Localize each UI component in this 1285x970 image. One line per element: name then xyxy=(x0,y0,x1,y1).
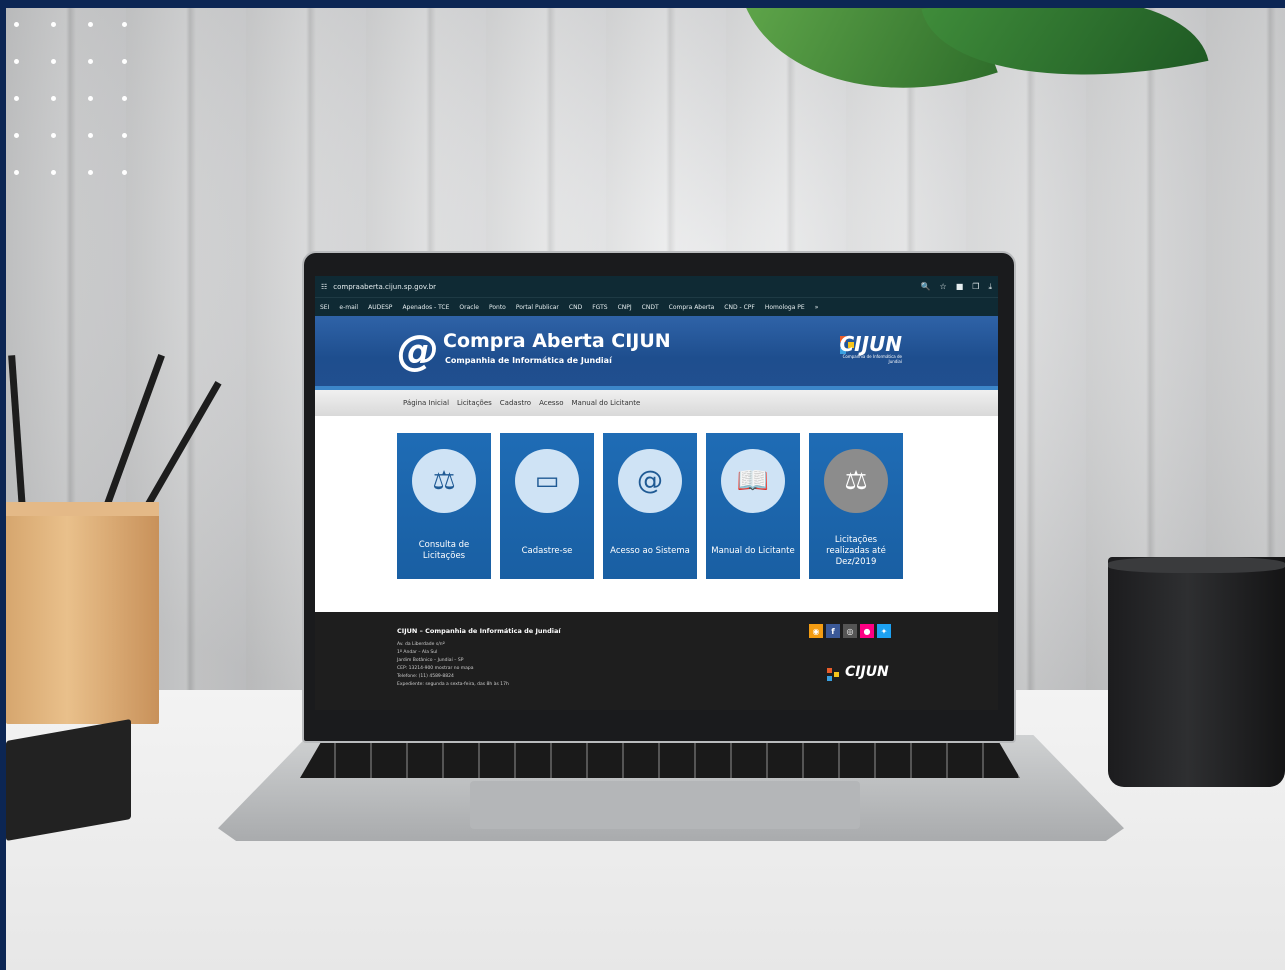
laptop-keyboard xyxy=(300,741,1020,778)
footer-title: CIJUN – Companhia de Informática de Jund… xyxy=(397,627,561,635)
facebook-icon[interactable]: f xyxy=(826,624,840,638)
bookmark-item[interactable]: e-mail xyxy=(339,304,358,311)
extension-icon[interactable]: ■ xyxy=(956,282,964,291)
pencil-holder xyxy=(6,502,159,724)
tile-label: Acesso ao Sistema xyxy=(610,545,690,556)
bookmark-item[interactable]: Compra Aberta xyxy=(669,304,715,311)
site-header: @ Compra Aberta CIJUN Companhia de Infor… xyxy=(315,316,998,390)
site-settings-icon[interactable]: ☷ xyxy=(321,283,327,291)
at-logo-icon: @ xyxy=(397,326,439,375)
bookmark-item[interactable]: SEI xyxy=(320,304,329,311)
bookmark-item[interactable]: Ponto xyxy=(489,304,506,311)
main-nav: Página Inicial Licitações Cadastro Acess… xyxy=(315,390,998,416)
site-footer: CIJUN – Companhia de Informática de Jund… xyxy=(315,612,998,710)
social-links: ◉ f ◎ ● ✦ xyxy=(809,624,894,638)
cijun-logo[interactable]: CIJUN xyxy=(839,332,902,356)
footer-address-line: Jardim Botânico – Jundiaí – SP xyxy=(397,658,464,663)
bookmark-item[interactable]: CNPJ xyxy=(618,304,632,311)
twitter-icon[interactable]: ✦ xyxy=(877,624,891,638)
tile-label: Manual do Licitante xyxy=(711,545,795,556)
browser-url-bar[interactable]: ☷ compraaberta.cijun.sp.gov.br 🔍 ☆ ■ ❐ ⤓ xyxy=(315,276,998,297)
footer-address-line: Av. da Liberdade s/nº xyxy=(397,642,445,647)
rss-icon[interactable]: ◉ xyxy=(809,624,823,638)
pencil-holder-rim xyxy=(6,502,159,516)
laptop-trackpad xyxy=(470,781,860,829)
tile-licitacoes-2019[interactable]: ⚖ Licitações realizadas até Dez/2019 xyxy=(809,433,903,579)
site-subtitle: Companhia de Informática de Jundiaí xyxy=(445,356,612,365)
frame-border-left xyxy=(0,0,6,970)
bookmark-item[interactable]: Portal Publicar xyxy=(516,304,559,311)
cijun-mark-icon xyxy=(827,676,832,681)
footer-address-line[interactable]: CEP: 13214-900 mostrar no mapa xyxy=(397,666,474,671)
footer-hours: Expediente: segunda a sexta-feira, das 8… xyxy=(397,682,509,687)
cijun-mark-icon xyxy=(827,668,832,673)
frame-border-top xyxy=(0,0,1285,8)
nav-item-acesso[interactable]: Acesso xyxy=(539,399,563,407)
bookmark-item[interactable]: Homologa PE xyxy=(765,304,805,311)
footer-cijun-logo[interactable]: CIJUN xyxy=(845,664,889,680)
tile-label: Licitações realizadas até Dez/2019 xyxy=(826,534,886,567)
bookmark-item[interactable]: CND - CPF xyxy=(724,304,755,311)
bookmark-star-icon[interactable]: ☆ xyxy=(940,282,947,291)
tile-acesso-sistema[interactable]: @ Acesso ao Sistema xyxy=(603,433,697,579)
bookmarks-bar: SEI e-mail AUDESP Apenados - TCE Oracle … xyxy=(315,297,998,316)
nav-item-manual[interactable]: Manual do Licitante xyxy=(572,399,641,407)
cijun-logo-tagline: Companhia de Informática de Jundiaí xyxy=(842,354,902,364)
nav-item-home[interactable]: Página Inicial xyxy=(403,399,449,407)
bookmark-item[interactable]: Oracle xyxy=(459,304,479,311)
mug-rim xyxy=(1108,557,1285,573)
bookmark-item[interactable]: CND xyxy=(569,304,582,311)
tile-label: Cadastre-se xyxy=(521,545,573,556)
tile-label: Consulta de Licitações xyxy=(418,540,470,561)
download-icon[interactable]: ⤓ xyxy=(988,282,992,292)
mug xyxy=(1108,557,1285,787)
nav-item-licitacoes[interactable]: Licitações xyxy=(457,399,492,407)
copy-icon[interactable]: ❐ xyxy=(972,282,979,291)
bookmark-item[interactable]: CNDT xyxy=(642,304,659,311)
tile-cadastre-se[interactable]: ▭ Cadastre-se xyxy=(500,433,594,579)
at-icon: @ xyxy=(618,449,682,513)
zoom-icon[interactable]: 🔍 xyxy=(921,282,931,291)
tile-manual-licitante[interactable]: 📖 Manual do Licitante xyxy=(706,433,800,579)
nav-item-cadastro[interactable]: Cadastro xyxy=(500,399,531,407)
more-bookmarks-icon[interactable]: » xyxy=(815,304,819,311)
bookmark-item[interactable]: AUDESP xyxy=(368,304,392,311)
bookmark-item[interactable]: FGTS xyxy=(592,304,607,311)
cijun-mark-icon xyxy=(834,672,839,677)
tile-consulta-licitacoes[interactable]: ⚖ Consulta de Licitações xyxy=(397,433,491,579)
gavel-icon: ⚖ xyxy=(412,449,476,513)
laptop-screen: ☷ compraaberta.cijun.sp.gov.br 🔍 ☆ ■ ❐ ⤓… xyxy=(315,276,998,710)
monitor-icon: ▭ xyxy=(515,449,579,513)
instagram-icon[interactable]: ◎ xyxy=(843,624,857,638)
footer-phone: Telefone: (11) 4589-8824 xyxy=(397,674,454,679)
flickr-icon[interactable]: ● xyxy=(860,624,874,638)
bookmark-item[interactable]: Apenados - TCE xyxy=(402,304,449,311)
url-text[interactable]: compraaberta.cijun.sp.gov.br xyxy=(333,283,911,291)
book-icon: 📖 xyxy=(721,449,785,513)
site-title[interactable]: Compra Aberta CIJUN xyxy=(443,330,671,352)
footer-address-line: 1º Andar – Ala Sul xyxy=(397,650,438,655)
gavel-icon: ⚖ xyxy=(824,449,888,513)
tile-grid: ⚖ Consulta de Licitações ▭ Cadastre-se @… xyxy=(397,433,912,579)
photo-scene: ☷ compraaberta.cijun.sp.gov.br 🔍 ☆ ■ ❐ ⤓… xyxy=(0,0,1285,970)
